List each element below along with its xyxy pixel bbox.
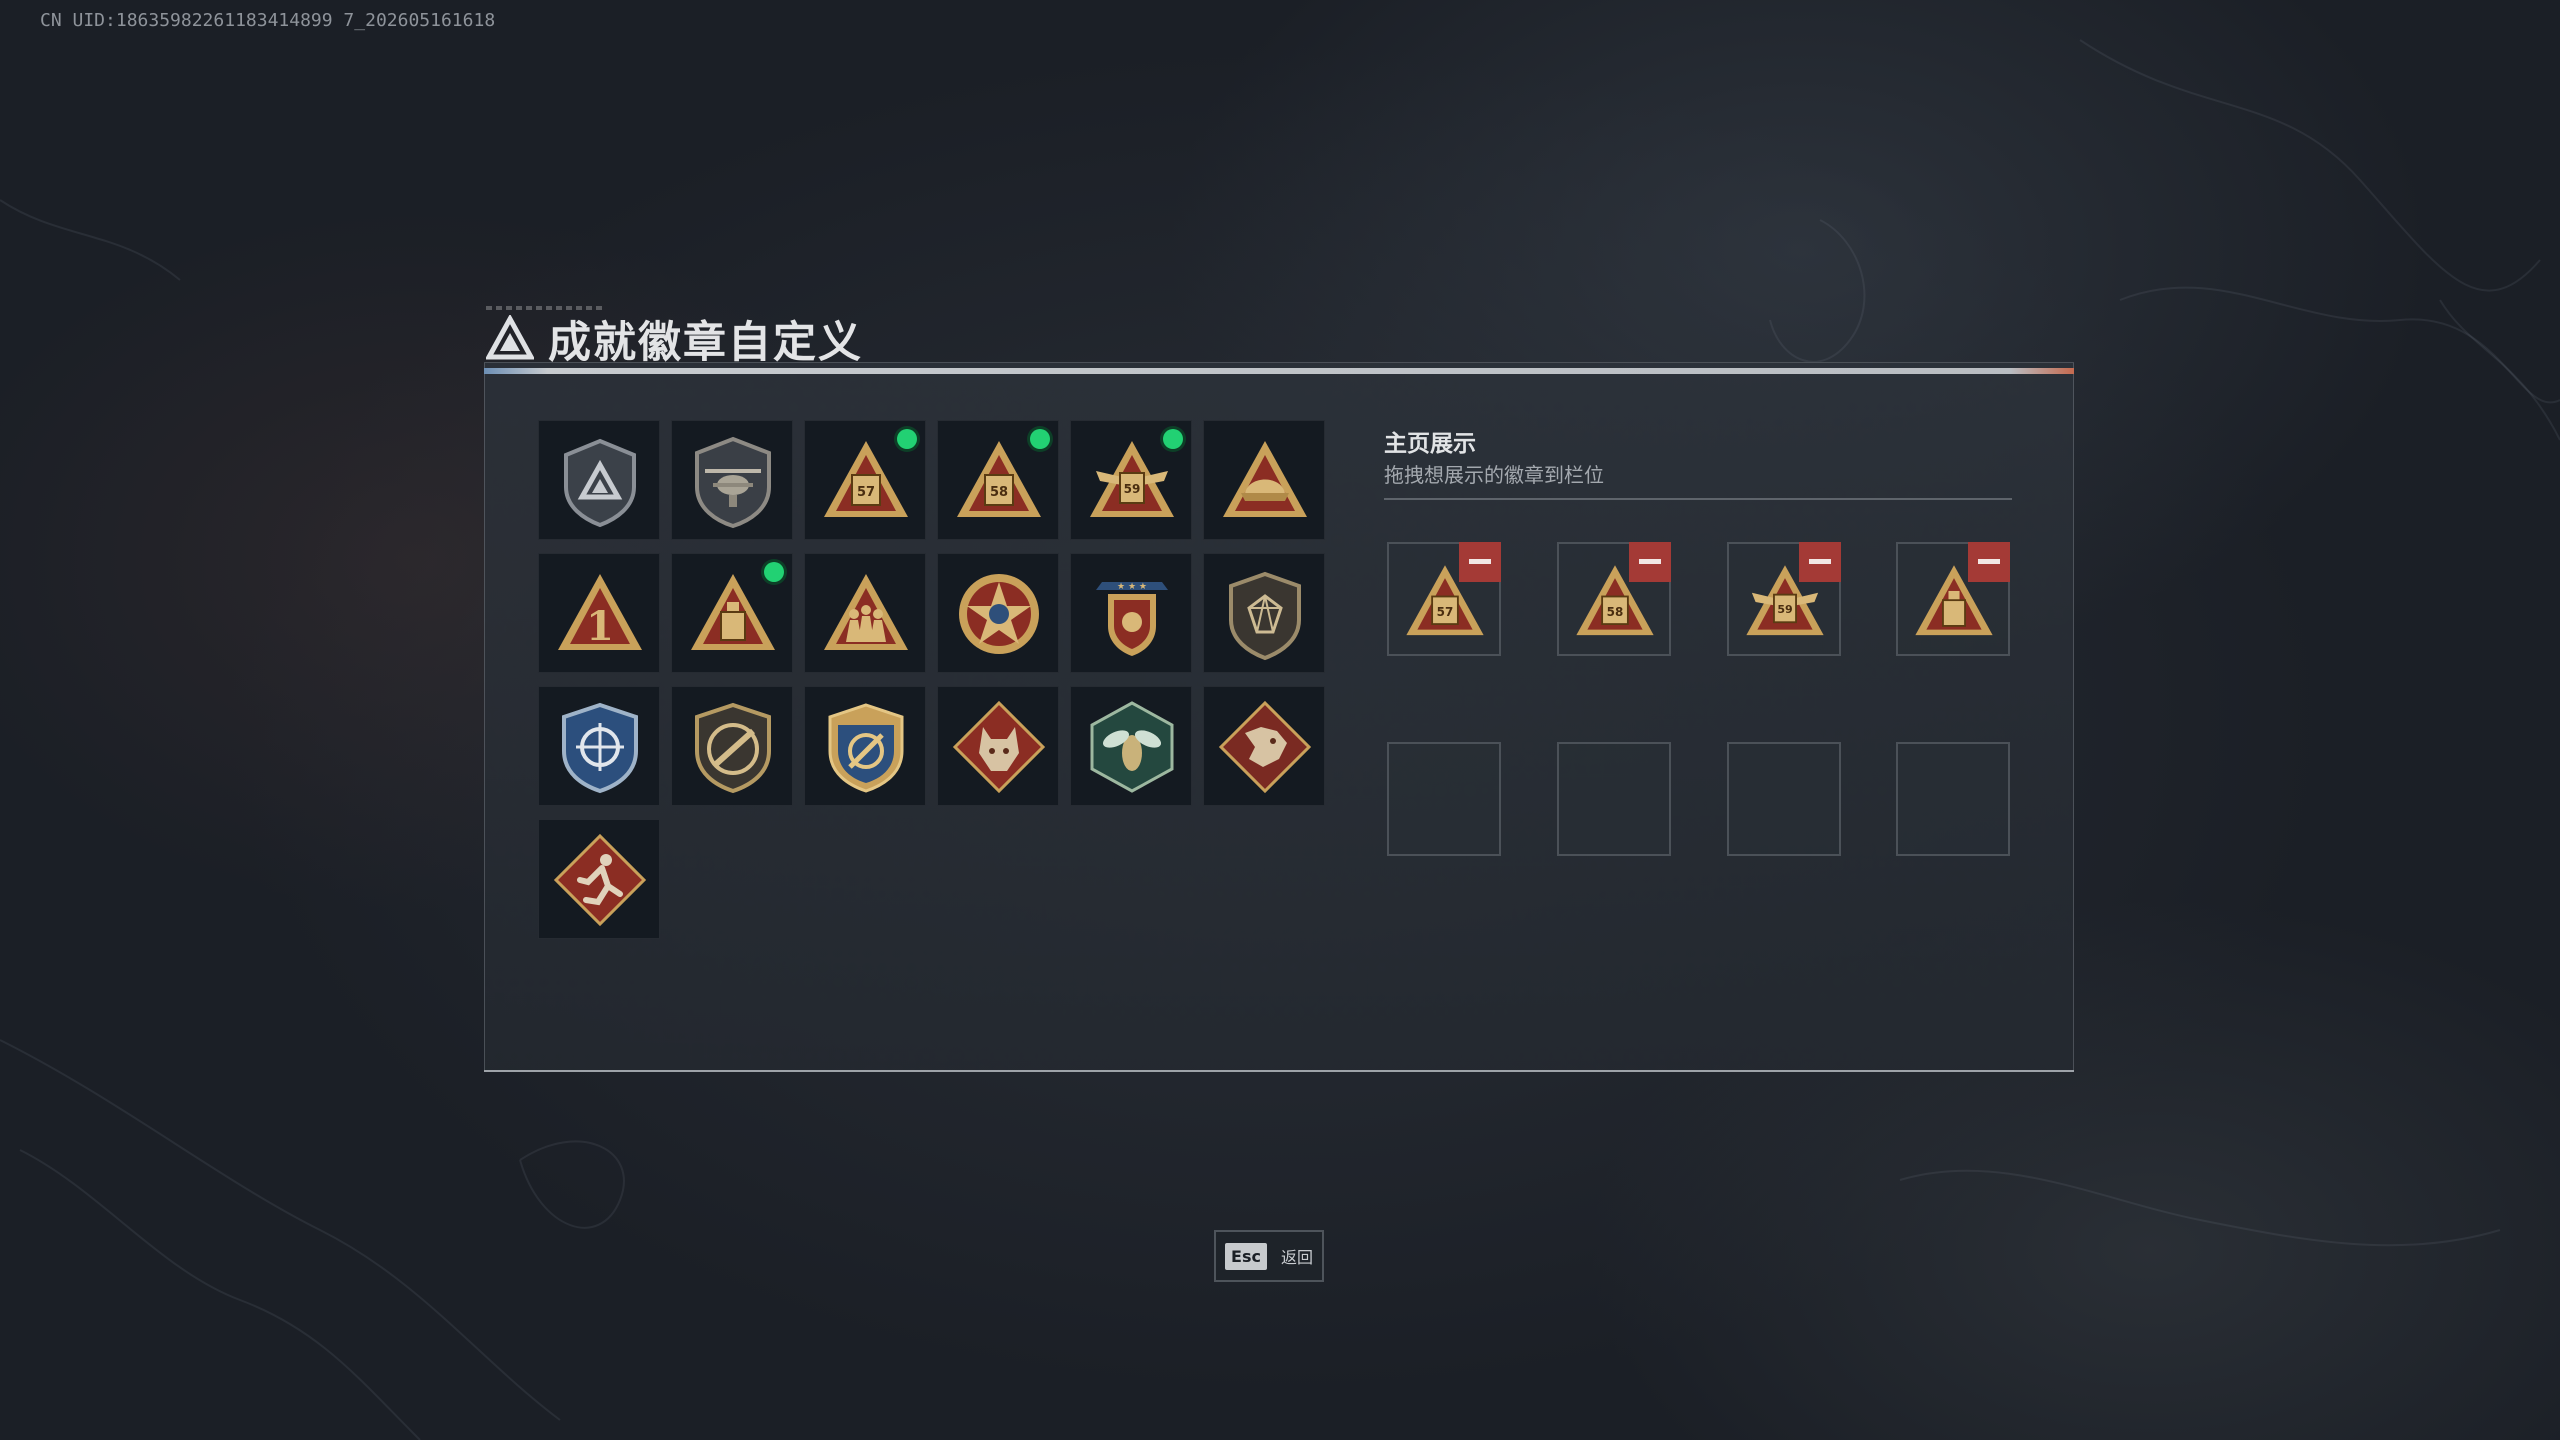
gold-compass-shield-badge-icon — [828, 703, 904, 793]
new-badge-indicator — [1030, 429, 1050, 449]
svg-text:59: 59 — [1124, 482, 1141, 496]
remove-badge-button[interactable] — [1629, 542, 1671, 582]
showcase-slot[interactable]: 58 — [1557, 542, 1671, 656]
badge-tile[interactable] — [1203, 420, 1325, 540]
badge-tile[interactable]: ★ ★ ★ — [1070, 553, 1192, 673]
page-header: 成就徽章自定义 — [486, 308, 863, 370]
badge-tile[interactable] — [538, 420, 660, 540]
gem-shield-badge-icon — [1229, 571, 1301, 661]
showcase-slot[interactable] — [1896, 542, 2010, 656]
svg-text:★ ★ ★: ★ ★ ★ — [1117, 582, 1147, 592]
svg-text:58: 58 — [1607, 605, 1624, 619]
showcase-slot-empty[interactable] — [1557, 742, 1671, 856]
showcase-slot-empty[interactable] — [1896, 742, 2010, 856]
badge-tile[interactable] — [671, 686, 793, 806]
badge-tile[interactable] — [538, 686, 660, 806]
remove-badge-button[interactable] — [1459, 542, 1501, 582]
triangle-helmet-badge-icon — [1223, 441, 1307, 517]
stars-banner-shield-badge-icon: ★ ★ ★ — [1096, 582, 1168, 656]
remove-badge-button[interactable] — [1968, 542, 2010, 582]
new-badge-indicator — [764, 562, 784, 582]
delta-logo-icon — [486, 315, 534, 360]
remove-badge-button[interactable] — [1799, 542, 1841, 582]
uid-watermark: CN UID:18635982261183414899 7_2026051616… — [40, 10, 496, 31]
runner-diamond-badge-icon — [553, 833, 647, 927]
svg-text:57: 57 — [1437, 605, 1454, 619]
rifle-shield-badge-icon — [695, 702, 771, 794]
badge-tile[interactable] — [804, 686, 926, 806]
blue-crosshair-shield-badge-icon — [562, 702, 638, 794]
shield-triangle-badge-icon — [564, 438, 636, 528]
new-badge-indicator — [897, 429, 917, 449]
showcase-slot[interactable]: 59 — [1727, 542, 1841, 656]
badge-tile[interactable] — [538, 819, 660, 939]
svg-text:58: 58 — [990, 485, 1008, 500]
panel-top-bar — [484, 368, 2074, 374]
back-button[interactable]: Esc 返回 — [1214, 1230, 1324, 1282]
triangle-number-1-badge-icon: 1 — [558, 574, 642, 650]
badge-tile[interactable] — [937, 553, 1059, 673]
svg-text:1: 1 — [586, 603, 614, 650]
badge-tile[interactable]: 58 — [937, 420, 1059, 540]
showcase-slot[interactable]: 57 — [1387, 542, 1501, 656]
triangle-soldiers-badge-icon — [824, 574, 908, 650]
esc-key-hint: Esc — [1225, 1242, 1267, 1270]
showcase-subtitle: 拖拽想展示的徽章到栏位 — [1384, 463, 1604, 487]
badge-tile[interactable] — [804, 553, 926, 673]
badge-tile[interactable] — [1070, 686, 1192, 806]
badge-tile[interactable]: 1 — [538, 553, 660, 673]
showcase-slot-empty[interactable] — [1727, 742, 1841, 856]
star-crest-badge-icon — [959, 574, 1039, 654]
badge-tile[interactable] — [1203, 686, 1325, 806]
badge-tile[interactable] — [937, 686, 1059, 806]
svg-text:57: 57 — [857, 485, 875, 500]
badge-tile[interactable] — [671, 553, 793, 673]
panel-bottom-line — [484, 1070, 2074, 1072]
badge-tile[interactable]: 59 — [1070, 420, 1192, 540]
badge-tile[interactable]: 57 — [804, 420, 926, 540]
showcase-title: 主页展示 — [1384, 431, 1476, 457]
page-title: 成就徽章自定义 — [548, 318, 863, 368]
showcase-slot-empty[interactable] — [1387, 742, 1501, 856]
badge-tile[interactable] — [1203, 553, 1325, 673]
dragon-diamond-badge-icon — [1218, 700, 1312, 794]
badge-tile[interactable] — [671, 420, 793, 540]
svg-text:59: 59 — [1777, 603, 1792, 616]
new-badge-indicator — [1163, 429, 1183, 449]
showcase-divider — [1384, 498, 2012, 500]
helicopter-shield-badge-icon — [695, 436, 771, 529]
back-label: 返回 — [1280, 1248, 1313, 1267]
wolf-diamond-badge-icon — [952, 700, 1046, 794]
wasp-hexagon-badge-icon — [1090, 701, 1174, 793]
